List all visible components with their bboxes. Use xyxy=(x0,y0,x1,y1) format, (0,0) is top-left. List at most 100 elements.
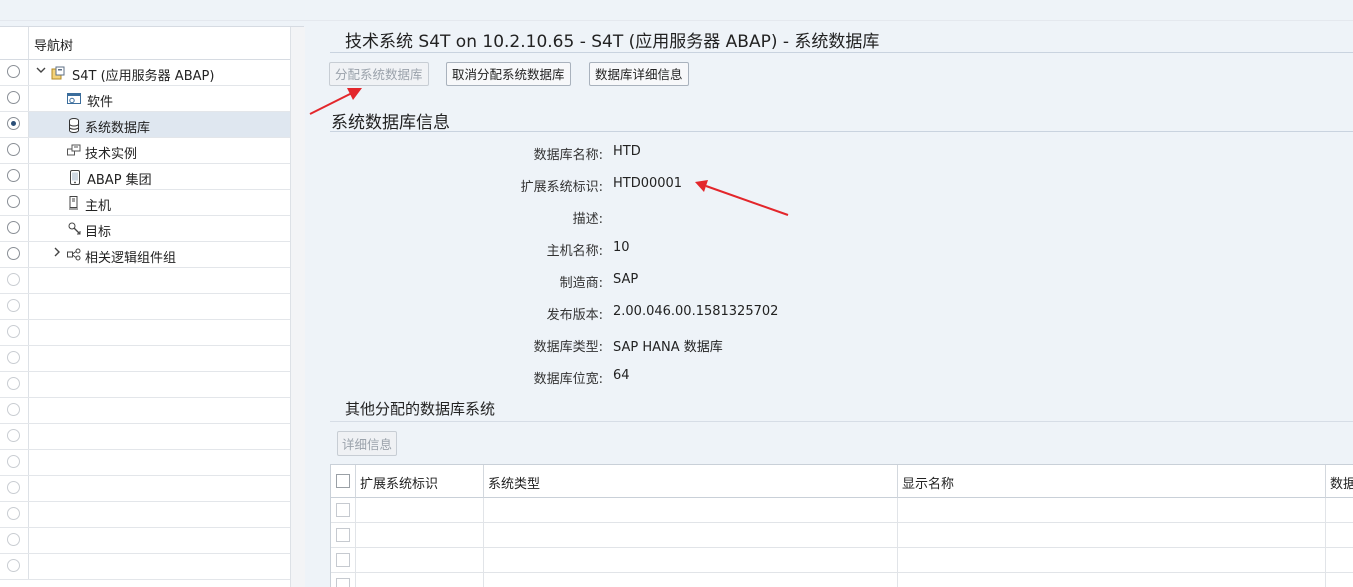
row-radio xyxy=(7,273,20,286)
field-value: 2.00.046.00.1581325702 xyxy=(613,304,779,319)
column-header-label: 扩展系统标识 xyxy=(360,477,439,492)
select-all-header[interactable] xyxy=(331,465,356,498)
row-radio xyxy=(7,325,20,338)
section-divider xyxy=(330,421,1353,422)
nav-empty-row xyxy=(0,554,290,580)
nav-item-label: S4T (应用服务器 ABAP) xyxy=(72,69,215,84)
row-radio[interactable] xyxy=(7,195,20,208)
select-all-checkbox[interactable] xyxy=(336,474,350,488)
nav-scrollbar[interactable] xyxy=(290,27,305,587)
row-radio[interactable] xyxy=(7,247,20,260)
unassign-system-database-button[interactable]: 取消分配系统数据库 xyxy=(446,62,571,86)
nav-tree-header: 导航树 xyxy=(0,27,290,60)
top-strip xyxy=(0,0,1353,21)
database-details-button[interactable]: 数据库详细信息 xyxy=(589,62,689,86)
nav-item-software[interactable]: 软件 xyxy=(0,86,290,112)
nav-empty-row xyxy=(0,294,290,320)
column-header-label: 数据 xyxy=(1330,477,1353,492)
field-value: HTD00001 xyxy=(613,176,683,191)
column-header-label: 显示名称 xyxy=(902,477,955,492)
field-label: 扩展系统标识: xyxy=(520,180,603,195)
nav-item-host[interactable]: 主机 xyxy=(0,190,290,216)
host-icon xyxy=(69,196,82,210)
field-label: 主机名称: xyxy=(546,244,603,259)
navigation-tree: 导航树 S4T (应用服务器 ABAP) 软件 系统数据库 技术实例 ABAP … xyxy=(0,26,305,587)
assign-system-database-button[interactable]: 分配系统数据库 xyxy=(329,62,429,86)
field-label: 数据库类型: xyxy=(533,340,603,355)
field-label: 描述: xyxy=(572,212,603,227)
nav-item-label: 相关逻辑组件组 xyxy=(85,251,177,266)
chevron-down-icon[interactable] xyxy=(35,64,47,79)
nav-item-label: 系统数据库 xyxy=(85,121,151,136)
table-cell xyxy=(484,573,898,587)
technical-instance-icon xyxy=(67,144,81,157)
nav-item-s4t[interactable]: S4T (应用服务器 ABAP) xyxy=(0,60,290,86)
row-radio xyxy=(7,533,20,546)
database-icon xyxy=(68,118,81,133)
column-header-extended-sid[interactable]: 扩展系统标识 xyxy=(356,465,484,498)
nav-empty-row xyxy=(0,346,290,372)
nav-item-label: ABAP 集团 xyxy=(87,173,152,188)
row-checkbox[interactable] xyxy=(336,503,350,517)
table-cell xyxy=(898,523,1326,548)
nav-item-technical-instance[interactable]: 技术实例 xyxy=(0,138,290,164)
nav-item-system-database[interactable]: 系统数据库 xyxy=(0,112,290,138)
nav-item-label: 技术实例 xyxy=(85,147,138,162)
nav-empty-row xyxy=(0,528,290,554)
row-radio[interactable] xyxy=(7,91,20,104)
row-radio[interactable] xyxy=(7,221,20,234)
field-label: 发布版本: xyxy=(546,308,603,323)
row-select-cell[interactable] xyxy=(331,523,356,548)
row-radio xyxy=(7,507,20,520)
nav-item-label: 软件 xyxy=(87,95,114,110)
table-cell xyxy=(1326,498,1353,523)
row-select-cell[interactable] xyxy=(331,548,356,573)
field-host-name: 主机名称: 10 xyxy=(430,240,1030,260)
column-header-data[interactable]: 数据 xyxy=(1326,465,1353,498)
table-cell xyxy=(484,548,898,573)
field-value: HTD xyxy=(613,144,641,159)
nav-item-logical-component-group[interactable]: 相关逻辑组件组 xyxy=(0,242,290,268)
row-checkbox[interactable] xyxy=(336,553,350,567)
nav-empty-row xyxy=(0,398,290,424)
nav-select-all-cell[interactable] xyxy=(0,27,29,59)
row-radio xyxy=(7,481,20,494)
row-select-cell[interactable] xyxy=(331,573,356,587)
nav-empty-row xyxy=(0,372,290,398)
row-radio[interactable] xyxy=(7,169,20,182)
table-cell xyxy=(1326,548,1353,573)
table-cell xyxy=(898,498,1326,523)
row-radio[interactable] xyxy=(7,65,20,78)
row-select-cell[interactable] xyxy=(331,498,356,523)
table-cell xyxy=(356,548,484,573)
nav-item-abap-group[interactable]: ABAP 集团 xyxy=(0,164,290,190)
field-db-type: 数据库类型: SAP HANA 数据库 xyxy=(430,336,1030,356)
logical-component-icon xyxy=(67,248,81,261)
software-icon xyxy=(67,92,81,105)
column-header-display-name[interactable]: 显示名称 xyxy=(898,465,1326,498)
table-cell xyxy=(1326,523,1353,548)
row-checkbox[interactable] xyxy=(336,528,350,542)
nav-item-target[interactable]: 目标 xyxy=(0,216,290,242)
field-value: 10 xyxy=(613,240,630,255)
table-cell xyxy=(356,573,484,587)
row-radio xyxy=(7,403,20,416)
chevron-right-icon[interactable] xyxy=(51,246,63,261)
page-title: 技术系统 S4T on 10.2.10.65 - S4T (应用服务器 ABAP… xyxy=(345,32,880,52)
nav-item-label: 主机 xyxy=(85,199,112,214)
nav-empty-row xyxy=(0,450,290,476)
nav-tree-title: 导航树 xyxy=(34,39,74,54)
field-label: 数据库名称: xyxy=(533,148,603,163)
title-divider xyxy=(330,52,1353,53)
table-cell xyxy=(356,498,484,523)
column-header-system-type[interactable]: 系统类型 xyxy=(484,465,898,498)
row-radio[interactable] xyxy=(7,143,20,156)
row-radio xyxy=(7,299,20,312)
details-button[interactable]: 详细信息 xyxy=(337,431,398,456)
field-value: SAP HANA 数据库 xyxy=(613,340,723,355)
other-db-section-title: 其他分配的数据库系统 xyxy=(345,400,496,418)
field-extended-sid: 扩展系统标识: HTD00001 xyxy=(430,176,1030,196)
row-radio xyxy=(7,455,20,468)
row-radio-selected[interactable] xyxy=(7,117,20,130)
db-info-section-title: 系统数据库信息 xyxy=(331,113,450,133)
